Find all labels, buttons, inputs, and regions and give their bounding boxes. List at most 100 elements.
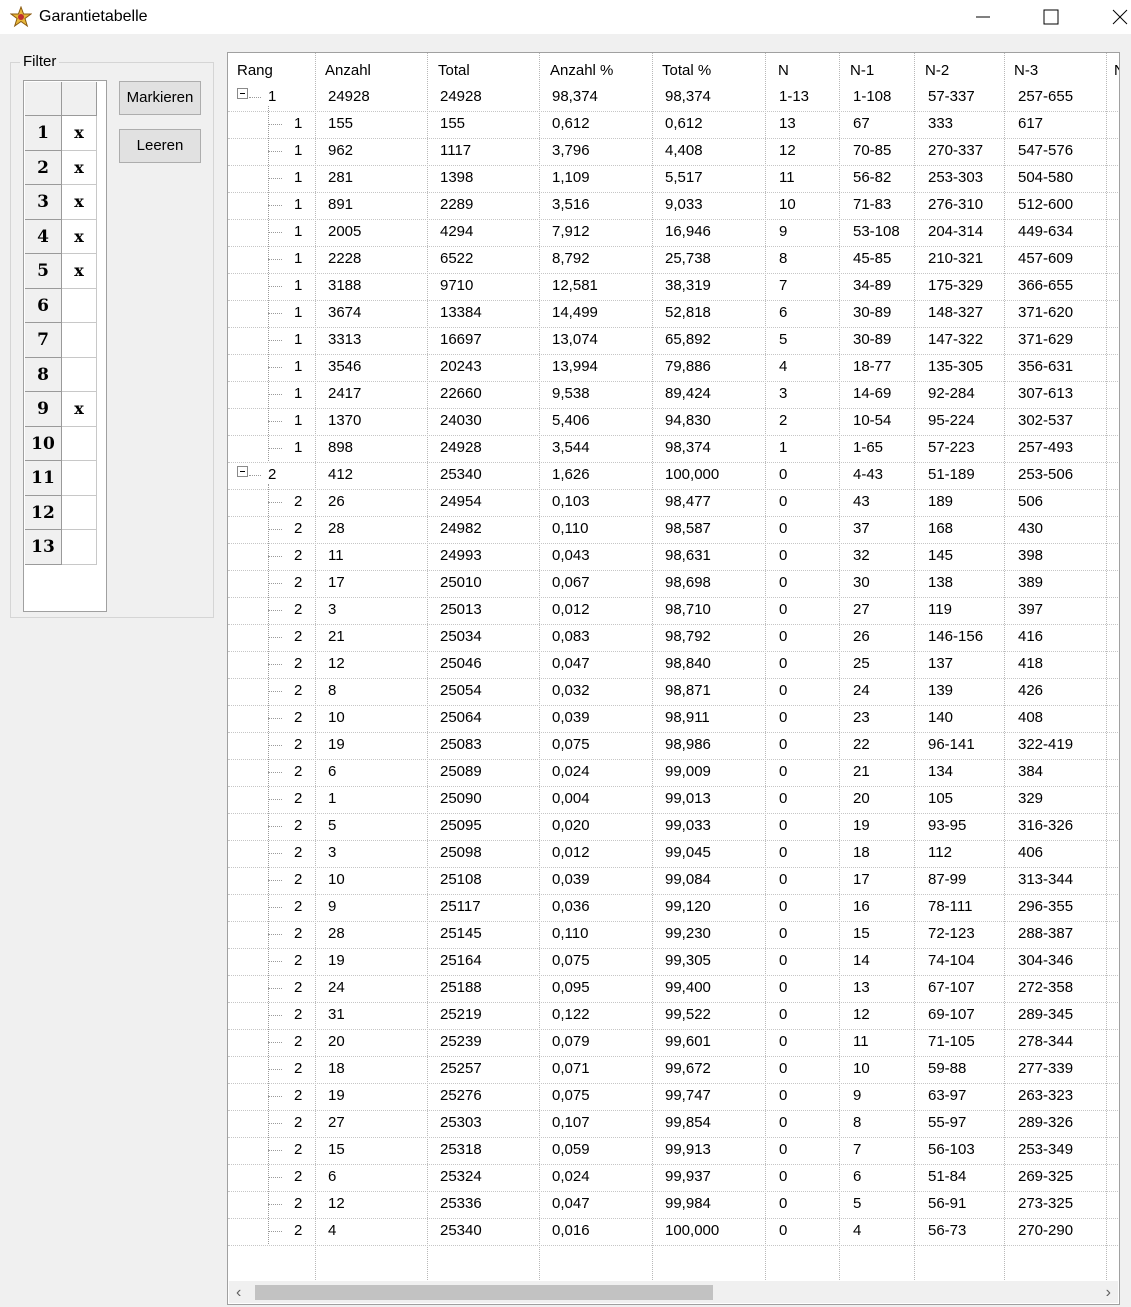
scrollbar-thumb[interactable]: [255, 1285, 713, 1300]
table-row[interactable]: 2 15 25318 0,059 99,913 0 7 56-103 253-349: [228, 1137, 1119, 1165]
filter-grid[interactable]: 1 x 2 x 3 x 4 x 5 x 6 7 8 9 x 10 11 12 13: [23, 80, 107, 612]
filter-row-mark[interactable]: x: [62, 254, 97, 289]
filter-row-mark[interactable]: [62, 323, 97, 358]
table-row[interactable]: 1 155 155 0,612 0,612 13 67 333 617: [228, 111, 1119, 139]
filter-row[interactable]: 8: [25, 357, 97, 392]
table-row[interactable]: 2 4 25340 0,016 100,000 0 4 56-73 270-290: [228, 1218, 1119, 1246]
filter-row-number[interactable]: 2: [25, 150, 62, 185]
filter-row-mark[interactable]: x: [62, 150, 97, 185]
filter-row-number[interactable]: 8: [25, 357, 62, 392]
table-row[interactable]: 2 20 25239 0,079 99,601 0 11 71-105 278-344: [228, 1029, 1119, 1057]
filter-row[interactable]: 13: [25, 530, 97, 565]
filter-row-number[interactable]: 5: [25, 254, 62, 289]
filter-row-mark[interactable]: [62, 530, 97, 565]
table-row[interactable]: 1 3188 9710 12,581 38,319 7 34-89 175-329 366-65…: [228, 273, 1119, 301]
filter-row[interactable]: 11: [25, 461, 97, 496]
filter-row-number[interactable]: 7: [25, 323, 62, 358]
column-header[interactable]: Anzahl %: [550, 62, 613, 79]
table-row[interactable]: 1 1370 24030 5,406 94,830 2 10-54 95-224 302-537: [228, 408, 1119, 436]
column-header[interactable]: Anzahl: [325, 62, 371, 79]
table-row[interactable]: 2 3 25013 0,012 98,710 0 27 119 397: [228, 597, 1119, 625]
column-header[interactable]: N-2: [925, 62, 949, 79]
table-row[interactable]: 2 12 25336 0,047 99,984 0 5 56-91 273-325: [228, 1191, 1119, 1219]
scroll-left-icon[interactable]: ‹: [236, 1284, 241, 1302]
table-row[interactable]: 2 10 25064 0,039 98,911 0 23 140 408: [228, 705, 1119, 733]
table-row[interactable]: 1 3674 13384 14,499 52,818 6 30-89 148-327 371-6…: [228, 300, 1119, 328]
table-row[interactable]: 2 19 25276 0,075 99,747 0 9 63-97 263-323: [228, 1083, 1119, 1111]
filter-row[interactable]: 3x: [25, 185, 97, 220]
tree-group-row[interactable]: 2 412 25340 1,626 100,000 0 4-43 51-189 253-506: [228, 462, 1119, 490]
filter-row[interactable]: 2x: [25, 150, 97, 185]
filter-row[interactable]: 1x: [25, 116, 97, 151]
filter-row-mark[interactable]: x: [62, 185, 97, 220]
filter-row-number[interactable]: 1: [25, 116, 62, 151]
table-row[interactable]: 1 3313 16697 13,074 65,892 5 30-89 147-322 371-6…: [228, 327, 1119, 355]
table-row[interactable]: 2 31 25219 0,122 99,522 0 12 69-107 289-345: [228, 1002, 1119, 1030]
filter-row-number[interactable]: 13: [25, 530, 62, 565]
table-row[interactable]: 1 962 1117 3,796 4,408 12 70-85 270-337 547-576: [228, 138, 1119, 166]
table-row[interactable]: 2 9 25117 0,036 99,120 0 16 78-111 296-355: [228, 894, 1119, 922]
filter-row[interactable]: 6: [25, 288, 97, 323]
table-row[interactable]: 2 8 25054 0,032 98,871 0 24 139 426: [228, 678, 1119, 706]
table-row[interactable]: 1 891 2289 3,516 9,033 10 71-83 276-310 512-600: [228, 192, 1119, 220]
minimize-button[interactable]: [960, 0, 1006, 34]
filter-row[interactable]: 4x: [25, 219, 97, 254]
filter-row-number[interactable]: 4: [25, 219, 62, 254]
table-row[interactable]: 2 10 25108 0,039 99,084 0 17 87-99 313-344: [228, 867, 1119, 895]
collapse-icon[interactable]: [237, 88, 248, 99]
column-header[interactable]: N-3: [1014, 62, 1038, 79]
filter-row-mark[interactable]: [62, 288, 97, 323]
table-row[interactable]: 2 26 24954 0,103 98,477 0 43 189 506: [228, 489, 1119, 517]
table-row[interactable]: 2 12 25046 0,047 98,840 0 25 137 418: [228, 651, 1119, 679]
leeren-button[interactable]: Leeren: [119, 129, 201, 163]
column-header[interactable]: N: [778, 62, 789, 79]
table-row[interactable]: 2 28 25145 0,110 99,230 0 15 72-123 288-387: [228, 921, 1119, 949]
table-row[interactable]: 2 27 25303 0,107 99,854 0 8 55-97 289-326: [228, 1110, 1119, 1138]
filter-row-mark[interactable]: [62, 357, 97, 392]
table-row[interactable]: 1 898 24928 3,544 98,374 1 1-65 57-223 257-493: [228, 435, 1119, 463]
filter-row[interactable]: 7: [25, 323, 97, 358]
table-row[interactable]: 1 281 1398 1,109 5,517 11 56-82 253-303 504-580: [228, 165, 1119, 193]
filter-row-number[interactable]: 6: [25, 288, 62, 323]
guarantee-tree-table[interactable]: Rang Anzahl Total Anzahl % Total % N N-1 N-2 N-3…: [227, 52, 1120, 1305]
filter-row-number[interactable]: 9: [25, 392, 62, 427]
table-row[interactable]: 2 24 25188 0,095 99,400 0 13 67-107 272-358: [228, 975, 1119, 1003]
table-row[interactable]: 1 3546 20243 13,994 79,886 4 18-77 135-305 356-6…: [228, 354, 1119, 382]
filter-row-mark[interactable]: [62, 495, 97, 530]
column-header[interactable]: N-1: [850, 62, 874, 79]
filter-row-number[interactable]: 11: [25, 461, 62, 496]
table-row[interactable]: 2 3 25098 0,012 99,045 0 18 112 406: [228, 840, 1119, 868]
table-row[interactable]: 2 17 25010 0,067 98,698 0 30 138 389: [228, 570, 1119, 598]
table-row[interactable]: 1 2228 6522 8,792 25,738 8 45-85 210-321 457-609: [228, 246, 1119, 274]
filter-row-mark[interactable]: x: [62, 116, 97, 151]
table-row[interactable]: 2 6 25324 0,024 99,937 0 6 51-84 269-325: [228, 1164, 1119, 1192]
markieren-button[interactable]: Markieren: [119, 81, 201, 115]
filter-row-number[interactable]: 10: [25, 426, 62, 461]
column-header[interactable]: Rang: [237, 62, 273, 79]
table-row[interactable]: 2 5 25095 0,020 99,033 0 19 93-95 316-326: [228, 813, 1119, 841]
horizontal-scrollbar[interactable]: ‹ ›: [229, 1281, 1118, 1303]
filter-row[interactable]: 5x: [25, 254, 97, 289]
close-button[interactable]: [1097, 0, 1131, 34]
table-row[interactable]: 2 19 25164 0,075 99,305 0 14 74-104 304-346: [228, 948, 1119, 976]
table-row[interactable]: 2 1 25090 0,004 99,013 0 20 105 329: [228, 786, 1119, 814]
table-row[interactable]: 2 28 24982 0,110 98,587 0 37 168 430: [228, 516, 1119, 544]
filter-row-mark[interactable]: [62, 461, 97, 496]
column-header[interactable]: N: [1114, 62, 1119, 79]
table-row[interactable]: 2 6 25089 0,024 99,009 0 21 134 384: [228, 759, 1119, 787]
filter-row[interactable]: 12: [25, 495, 97, 530]
filter-row-number[interactable]: 12: [25, 495, 62, 530]
column-header[interactable]: Total %: [662, 62, 711, 79]
table-row[interactable]: 2 18 25257 0,071 99,672 0 10 59-88 277-339: [228, 1056, 1119, 1084]
maximize-button[interactable]: [1028, 0, 1074, 34]
collapse-icon[interactable]: [237, 466, 248, 477]
table-row[interactable]: 2 11 24993 0,043 98,631 0 32 145 398: [228, 543, 1119, 571]
filter-row[interactable]: 10: [25, 426, 97, 461]
scroll-right-icon[interactable]: ›: [1106, 1284, 1111, 1302]
filter-row-mark[interactable]: x: [62, 219, 97, 254]
tree-group-row[interactable]: 1 24928 24928 98,374 98,374 1-13 1-108 57-337 25…: [228, 84, 1119, 112]
table-row[interactable]: 1 2005 4294 7,912 16,946 9 53-108 204-314 449-63…: [228, 219, 1119, 247]
table-row[interactable]: 1 2417 22660 9,538 89,424 3 14-69 92-284 307-613: [228, 381, 1119, 409]
table-row[interactable]: 2 19 25083 0,075 98,986 0 22 96-141 322-419: [228, 732, 1119, 760]
column-header[interactable]: Total: [438, 62, 470, 79]
